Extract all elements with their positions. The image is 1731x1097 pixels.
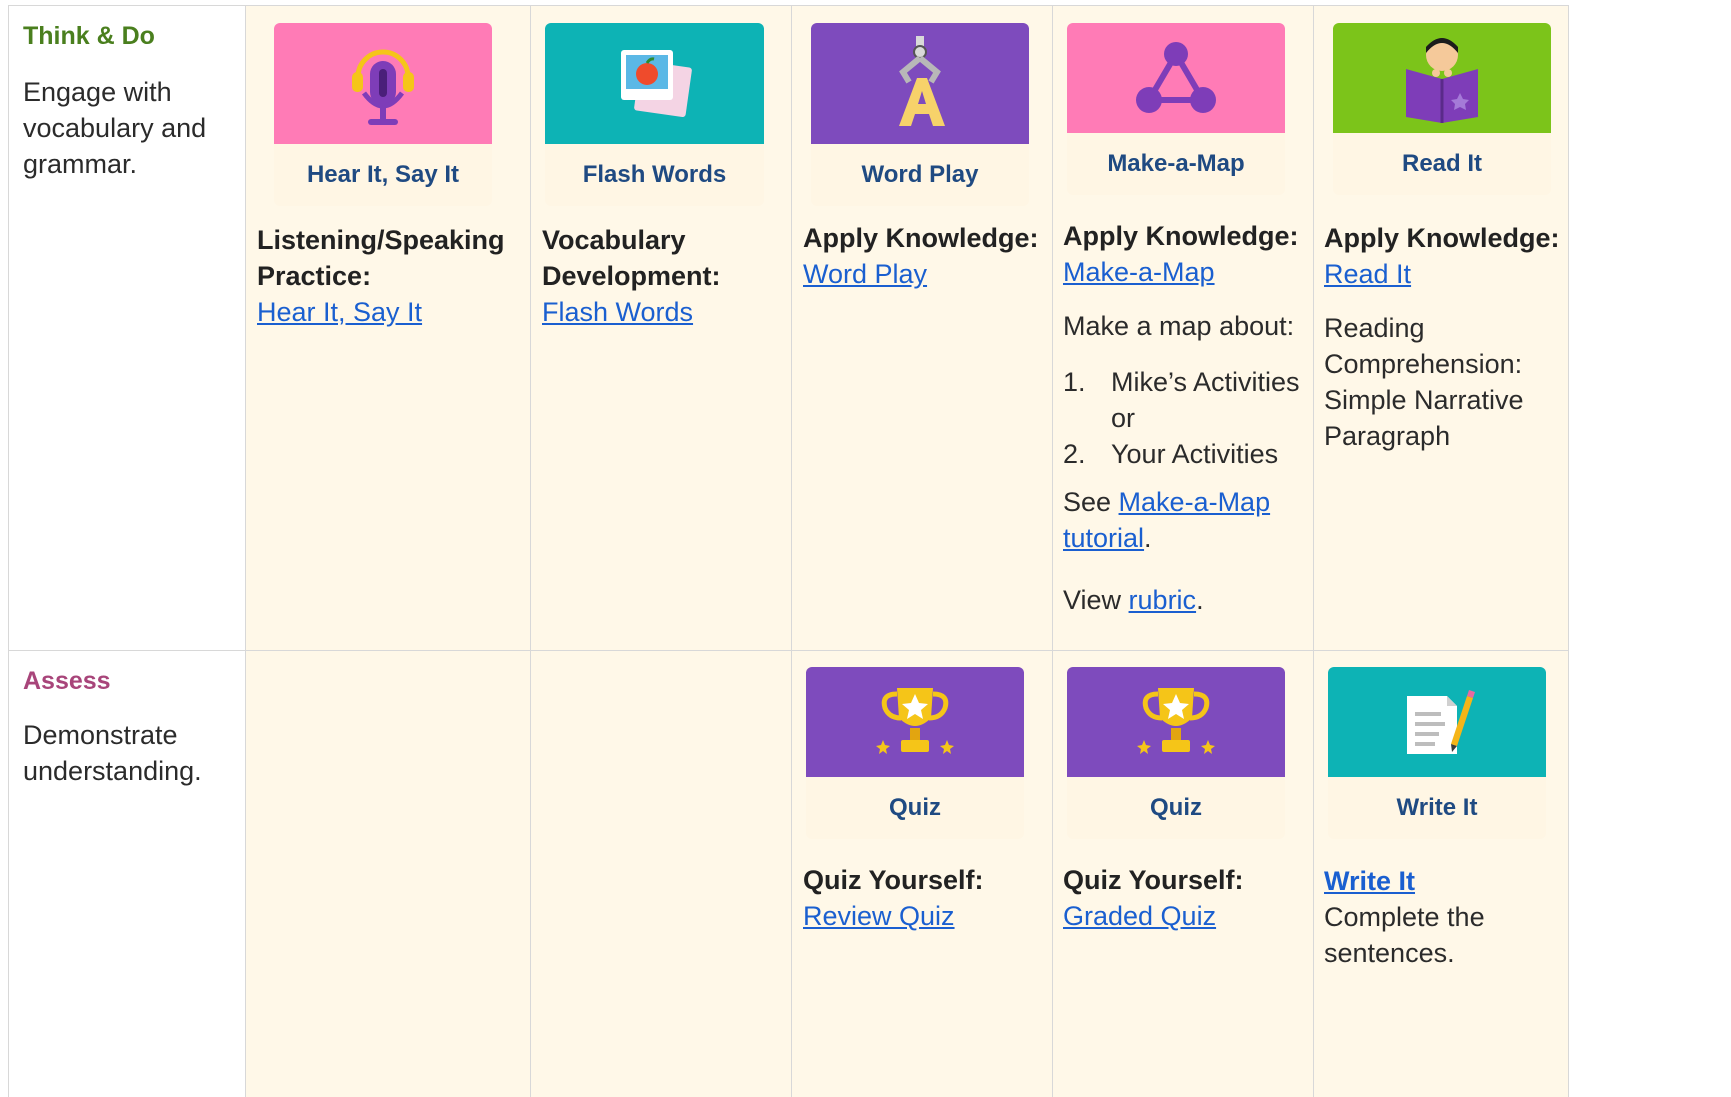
row-label-think-and-do: Think & Do <box>23 22 155 50</box>
link-word-play[interactable]: Word Play <box>803 259 927 289</box>
letter-a-claw-icon <box>899 35 945 126</box>
activity-card-read-it[interactable]: Read It <box>1333 23 1551 195</box>
list-item: 1. Mike’s Activities or <box>1063 364 1303 436</box>
link-hear-it-say-it[interactable]: Hear It, Say It <box>257 297 422 327</box>
activity-heading: Vocabulary Development: <box>542 225 721 291</box>
link-make-a-map[interactable]: Make-a-Map <box>1063 257 1215 287</box>
see-prefix: See <box>1063 487 1119 517</box>
link-flash-words[interactable]: Flash Words <box>542 297 693 327</box>
activity-card-graded-quiz[interactable]: Quiz <box>1067 667 1285 839</box>
activity-heading: Apply Knowledge: <box>803 223 1039 253</box>
activity-text: Quiz Yourself: Graded Quiz <box>1063 862 1303 934</box>
list-text: Your Activities <box>1111 439 1279 469</box>
cell-write-it: Write It Write It Complete the sentences… <box>1314 651 1569 1097</box>
card-title: Hear It, Say It <box>306 161 460 188</box>
list-text: Mike’s Activities or <box>1111 367 1300 433</box>
row-description-think: Engage with vocabulary and grammar. <box>23 77 207 179</box>
row-assess-label-cell: Assess Demonstrate understanding. <box>8 651 246 1097</box>
activity-text: Write It Complete the sentences. <box>1324 863 1560 971</box>
card-banner <box>545 23 764 144</box>
activity-card-hear-it-say-it[interactable]: Hear It, Say It <box>274 23 492 206</box>
node-graph-icon <box>1136 42 1216 113</box>
cell-review-quiz: Quiz Quiz Yourself: Review Quiz <box>792 651 1053 1097</box>
activity-text: Apply Knowledge: Word Play <box>803 220 1043 292</box>
activity-card-flash-words[interactable]: Flash Words <box>545 23 764 206</box>
microphone-headphones-icon <box>352 49 414 125</box>
child-reading-book-icon <box>1406 38 1478 123</box>
card-title: Make-a-Map <box>1107 150 1245 177</box>
cell-read-it: Read It Apply Knowledge: Read It Reading… <box>1314 5 1569 651</box>
activity-text: Apply Knowledge: Make-a-Map <box>1063 218 1303 290</box>
see-suffix: . <box>1144 523 1152 553</box>
activity-card-review-quiz[interactable]: Quiz <box>806 667 1024 839</box>
cell-empty-hear <box>246 651 531 1097</box>
flash-cards-apple-icon <box>620 49 692 117</box>
cell-hear-it-say-it: Hear It, Say It Listening/Speaking Pract… <box>246 5 531 651</box>
activity-text: Vocabulary Development: Flash Words <box>542 222 782 330</box>
card-banner <box>1328 667 1546 777</box>
view-prefix: View <box>1063 585 1129 615</box>
card-banner <box>274 23 492 144</box>
row-label-assess: Assess <box>23 667 111 695</box>
trophy-icon <box>1137 688 1215 754</box>
activity-card-word-play[interactable]: Word Play <box>811 23 1029 206</box>
card-banner <box>811 23 1029 144</box>
link-review-quiz[interactable]: Review Quiz <box>803 901 955 931</box>
activity-card-write-it[interactable]: Write It <box>1328 667 1546 839</box>
card-title: Word Play <box>861 161 979 188</box>
activity-text: Listening/Speaking Practice: Hear It, Sa… <box>257 222 517 330</box>
card-banner <box>1333 23 1551 133</box>
cell-flash-words: Flash Words Vocabulary Development: Flas… <box>531 5 792 651</box>
view-suffix: . <box>1196 585 1204 615</box>
document-pencil-icon <box>1407 690 1475 754</box>
card-title: Flash Words <box>582 161 727 188</box>
cell-graded-quiz: Quiz Quiz Yourself: Graded Quiz <box>1053 651 1314 1097</box>
activity-heading: Listening/Speaking Practice: <box>257 225 505 291</box>
activity-text: Apply Knowledge: Read It <box>1324 220 1560 292</box>
activity-heading: Quiz Yourself: <box>1063 865 1244 895</box>
map-options-list: 1. Mike’s Activities or 2. Your Activiti… <box>1063 364 1303 472</box>
row-think-label-cell: Think & Do Engage with vocabulary and gr… <box>8 5 246 651</box>
activity-text: Quiz Yourself: Review Quiz <box>803 862 1043 934</box>
card-title: Read It <box>1401 150 1482 177</box>
activity-heading: Apply Knowledge: <box>1324 223 1560 253</box>
activity-card-make-a-map[interactable]: Make-a-Map <box>1067 23 1285 195</box>
tutorial-note: See Make-a-Map tutorial. <box>1063 484 1303 556</box>
row-description-assess: Demonstrate understanding. <box>23 720 202 786</box>
card-title: Write It <box>1396 794 1478 821</box>
trophy-icon <box>876 688 954 754</box>
cell-empty-flash <box>531 651 792 1097</box>
card-title: Quiz <box>1150 794 1202 821</box>
link-rubric[interactable]: rubric <box>1129 585 1197 615</box>
list-item: 2. Your Activities <box>1063 436 1303 472</box>
activity-heading: Apply Knowledge: <box>1063 221 1299 251</box>
link-write-it[interactable]: Write It <box>1324 866 1415 896</box>
link-graded-quiz[interactable]: Graded Quiz <box>1063 901 1216 931</box>
list-number: 2. <box>1063 439 1086 469</box>
card-title: Quiz <box>889 794 941 821</box>
read-it-description: Reading Comprehension: Simple Narrative … <box>1324 313 1524 451</box>
cell-make-a-map: Make-a-Map Apply Knowledge: Make-a-Map M… <box>1053 5 1314 651</box>
list-number: 1. <box>1063 367 1086 397</box>
link-read-it[interactable]: Read It <box>1324 259 1411 289</box>
cell-word-play: Word Play Apply Knowledge: Word Play <box>792 5 1053 651</box>
activity-heading: Quiz Yourself: <box>803 865 984 895</box>
rubric-note: View rubric. <box>1063 582 1303 618</box>
card-banner <box>1067 23 1285 133</box>
write-it-description: Complete the sentences. <box>1324 902 1485 968</box>
map-intro: Make a map about: <box>1063 311 1295 341</box>
card-banner <box>1067 667 1285 777</box>
card-banner <box>806 667 1024 777</box>
